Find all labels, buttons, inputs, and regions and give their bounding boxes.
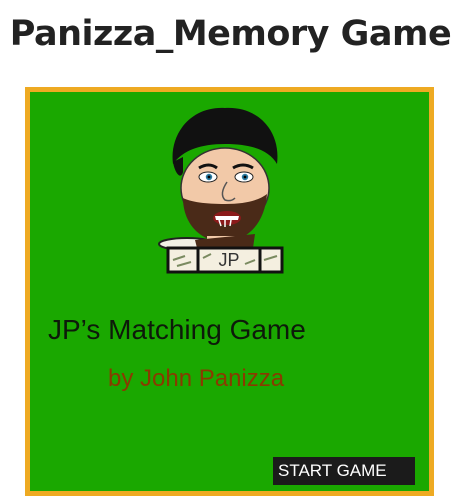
game-board: JP JP’s Matching Game by John Panizza ST… (25, 87, 434, 496)
page-title: Panizza_Memory Game (9, 14, 452, 54)
game-canvas: JP JP’s Matching Game by John Panizza ST… (30, 92, 429, 491)
avatar: JP (158, 107, 284, 274)
card-tile (258, 246, 284, 274)
start-game-button[interactable]: START GAME (273, 457, 415, 485)
game-heading: JP’s Matching Game (48, 314, 306, 345)
card-tiles: JP (166, 246, 284, 274)
game-author: by John Panizza (108, 365, 285, 392)
avatar-tile-label: JP (218, 250, 239, 270)
card-tile (166, 246, 200, 274)
